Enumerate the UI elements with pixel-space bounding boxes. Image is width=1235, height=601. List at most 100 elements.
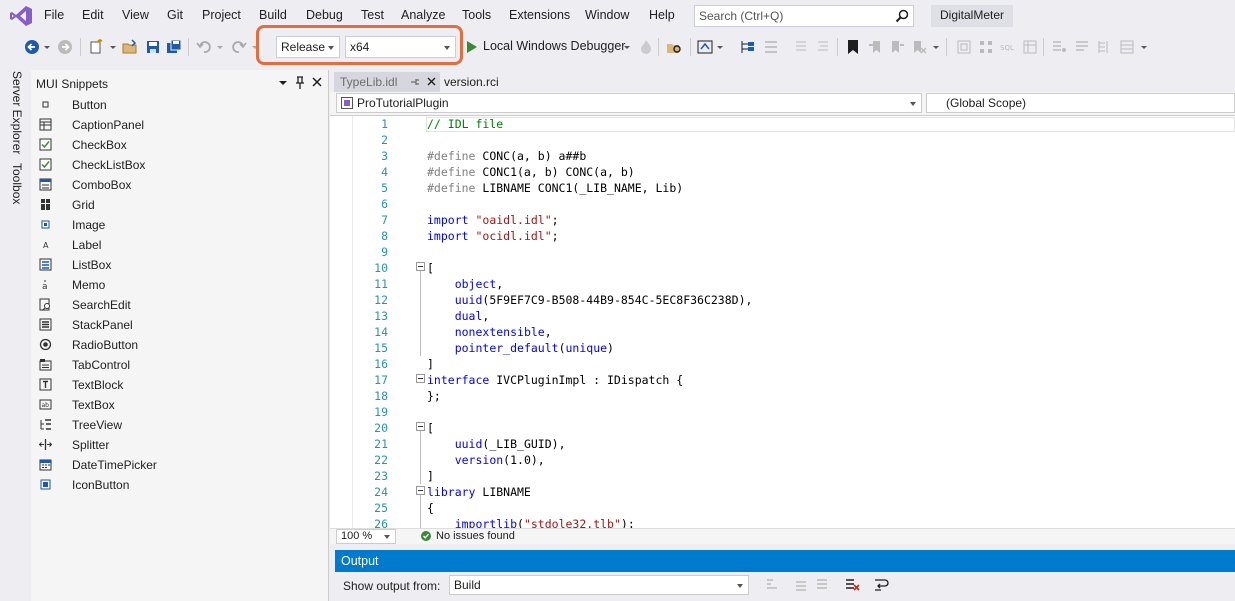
code-line[interactable]: ] xyxy=(427,357,434,371)
menu-file[interactable]: File xyxy=(44,8,64,22)
global-scope-dropdown[interactable]: (Global Scope) xyxy=(926,93,1235,113)
snippet-textbox[interactable]: ab TextBox xyxy=(31,395,329,415)
menu-build[interactable]: Build xyxy=(259,8,287,22)
snippet-stackpanel[interactable]: StackPanel xyxy=(31,315,329,335)
menu-test[interactable]: Test xyxy=(361,8,384,22)
code-line[interactable]: #define LIBNAME CONC1(_LIB_NAME, Lib) xyxy=(427,181,683,195)
code-line[interactable]: uuid(_LIB_GUID), xyxy=(427,437,566,451)
group-by-icon[interactable] xyxy=(1119,39,1135,55)
code-line[interactable]: // IDL file xyxy=(427,117,503,131)
code-line[interactable]: [ xyxy=(427,421,434,435)
snippet-datetimepicker[interactable]: DateTimePicker xyxy=(31,455,329,475)
snippet-checkbox[interactable]: CheckBox xyxy=(31,135,329,155)
code-line[interactable]: importlib("stdole32.tlb"); xyxy=(427,517,635,528)
tab-version-rci[interactable]: version.rci xyxy=(438,72,510,92)
save-icon[interactable] xyxy=(145,39,161,55)
find-in-files-icon[interactable] xyxy=(666,39,682,55)
snippet-textblock[interactable]: TextBlock xyxy=(31,375,329,395)
previous-message-icon[interactable] xyxy=(793,577,809,593)
undo-icon[interactable] xyxy=(196,39,212,55)
project-scope-dropdown[interactable]: ProTutorialPlugin xyxy=(336,93,922,113)
collapse-toggle[interactable] xyxy=(416,374,425,383)
word-wrap-icon[interactable] xyxy=(873,577,889,593)
toolbar-overflow-icon[interactable] xyxy=(1140,39,1148,55)
grid-view-icon[interactable] xyxy=(978,39,994,55)
code-line[interactable]: interface IVCPluginImpl : IDispatch { xyxy=(427,373,683,387)
next-bookmark-icon[interactable] xyxy=(889,39,905,55)
menu-analyze[interactable]: Analyze xyxy=(401,8,445,22)
pin-icon[interactable] xyxy=(295,76,305,90)
start-debugging-icon[interactable] xyxy=(466,40,478,54)
snippet-searchedit[interactable]: SearchEdit xyxy=(31,295,329,315)
clear-bookmarks-icon[interactable] xyxy=(911,39,927,55)
bookmark-icon[interactable] xyxy=(845,39,861,55)
snippet-listbox[interactable]: ListBox xyxy=(31,255,329,275)
solution-explorer-icon[interactable] xyxy=(740,39,756,55)
menu-tools[interactable]: Tools xyxy=(462,8,491,22)
execute-sql-icon[interactable] xyxy=(1074,39,1090,55)
code-line[interactable]: pointer_default(unique) xyxy=(427,341,614,355)
code-line[interactable]: #define CONC(a, b) a##b xyxy=(427,149,586,163)
code-line[interactable]: [ xyxy=(427,261,434,275)
code-line[interactable]: import "oaidl.idl"; xyxy=(427,213,559,227)
pin-icon[interactable] xyxy=(410,77,420,87)
code-line[interactable]: dual, xyxy=(427,309,490,323)
criteria-icon[interactable] xyxy=(1022,39,1038,55)
code-line[interactable]: uuid(5F9EF7C9-B508-44B9-854C-5EC8F36C238… xyxy=(427,293,753,307)
back-dropdown-icon[interactable] xyxy=(43,39,51,55)
solution-name-badge[interactable]: DigitalMeter xyxy=(931,5,1014,27)
navigate-forward-icon[interactable] xyxy=(57,39,73,55)
menu-git[interactable]: Git xyxy=(167,8,183,22)
sql-icon[interactable]: SQL xyxy=(1000,39,1016,55)
menu-help[interactable]: Help xyxy=(649,8,675,22)
visual-studio-logo-icon[interactable] xyxy=(9,5,33,27)
issues-status[interactable]: No issues found xyxy=(436,530,515,542)
snippet-label-item[interactable]: A Label xyxy=(31,235,329,255)
browser-link-icon[interactable] xyxy=(697,39,713,55)
menu-debug[interactable]: Debug xyxy=(306,8,343,22)
new-dropdown-icon[interactable] xyxy=(109,39,117,55)
next-message-icon[interactable] xyxy=(814,577,830,593)
zoom-dropdown[interactable]: 100 % xyxy=(336,529,396,544)
designer-icon[interactable] xyxy=(956,39,972,55)
start-debugging-label[interactable]: Local Windows Debugger xyxy=(483,39,625,53)
output-source-dropdown[interactable]: Build xyxy=(449,575,749,595)
code-line[interactable]: ] xyxy=(427,469,434,483)
code-text-area[interactable]: 1// IDL file 2 3 #define CONC(a, b) a##b 4 #d… xyxy=(330,116,1235,528)
snippet-radiobutton[interactable]: RadioButton xyxy=(31,335,329,355)
code-line[interactable]: version(1.0), xyxy=(427,453,545,467)
find-message-icon[interactable] xyxy=(764,577,780,593)
menu-extensions[interactable]: Extensions xyxy=(509,8,570,22)
server-explorer-tab[interactable]: Server Explorer xyxy=(10,71,24,154)
class-view-icon[interactable] xyxy=(763,39,779,55)
search-input[interactable]: Search (Ctrl+Q) xyxy=(694,5,914,27)
snippet-captionpanel[interactable]: CaptionPanel xyxy=(31,115,329,135)
undo-dropdown-icon[interactable] xyxy=(216,39,224,55)
menu-edit[interactable]: Edit xyxy=(82,8,104,22)
previous-bookmark-icon[interactable] xyxy=(868,39,884,55)
outdent-icon[interactable] xyxy=(793,39,809,55)
code-line[interactable]: object, xyxy=(427,277,503,291)
code-line[interactable]: import "ocidl.idl"; xyxy=(427,229,559,243)
snippet-tabcontrol[interactable]: TabControl xyxy=(31,355,329,375)
close-icon[interactable] xyxy=(427,77,436,86)
snippet-iconbutton[interactable]: IconButton xyxy=(31,475,329,495)
bookmarks-dropdown-icon[interactable] xyxy=(932,39,940,55)
redo-icon[interactable] xyxy=(231,39,247,55)
close-icon[interactable] xyxy=(312,76,322,88)
menu-window[interactable]: Window xyxy=(585,8,629,22)
code-line[interactable]: nonextensible, xyxy=(427,325,552,339)
snippet-treeview[interactable]: TreeView xyxy=(31,415,329,435)
collapse-toggle[interactable] xyxy=(416,262,425,271)
verify-sql-icon[interactable] xyxy=(1097,39,1113,55)
query-type-icon[interactable] xyxy=(1051,39,1067,55)
new-project-icon[interactable] xyxy=(88,39,104,55)
collapse-toggle[interactable] xyxy=(416,422,425,431)
indent-icon[interactable] xyxy=(815,39,831,55)
toolbox-tab[interactable]: Toolbox xyxy=(10,163,24,204)
browser-dropdown-icon[interactable] xyxy=(716,39,724,55)
snippet-button[interactable]: Button xyxy=(31,95,329,115)
open-file-icon[interactable] xyxy=(122,39,138,55)
snippet-checklistbox[interactable]: CheckListBox xyxy=(31,155,329,175)
snippet-splitter[interactable]: Splitter xyxy=(31,435,329,455)
